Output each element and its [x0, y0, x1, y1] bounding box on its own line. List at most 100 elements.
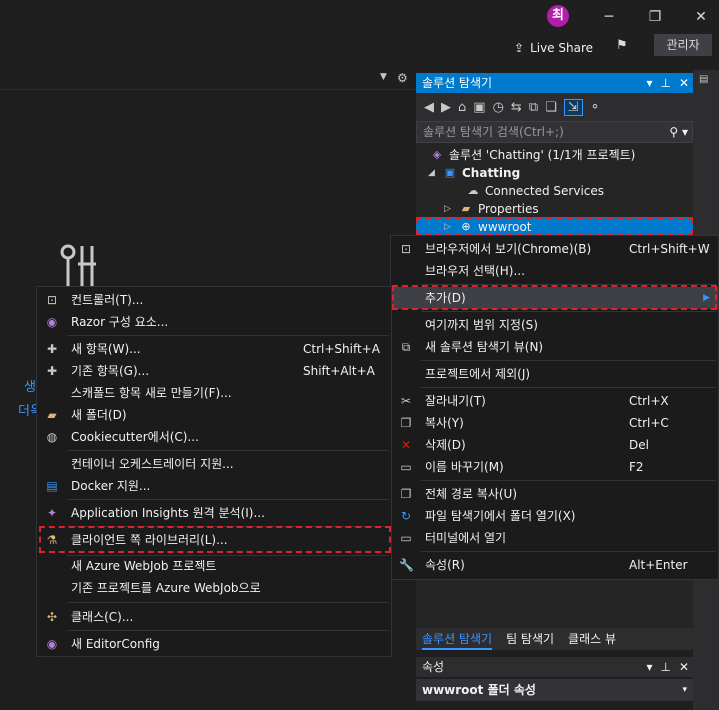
menu-item-class[interactable]: ✣ 클래스(C)...	[37, 606, 391, 628]
dropdown-icon[interactable]: ▾	[646, 73, 652, 93]
tree-item-solution[interactable]: ◈ 솔루션 'Chatting' (1/1개 프로젝트)	[430, 146, 636, 164]
connected-services-icon: ☁	[467, 184, 479, 197]
chevron-down-icon[interactable]: ▾	[682, 679, 687, 701]
user-avatar[interactable]: 최	[547, 5, 569, 27]
minimize-icon[interactable]: ─	[600, 8, 618, 26]
menu-label: 기존 항목(G)...	[71, 364, 150, 378]
menu-item-exclude-from-project[interactable]: 프로젝트에서 제외(J)	[391, 363, 718, 385]
properties-icon[interactable]: ⚬	[590, 100, 601, 115]
menu-label: 스캐폴드 항목 새로 만들기(F)...	[71, 386, 232, 400]
copy-icon: ❐	[400, 416, 412, 430]
solution-explorer-title: 솔루션 탐색기 ▾ ⊥ ✕	[416, 73, 693, 93]
menu-item-rename[interactable]: ▭ 이름 바꾸기(M) F2	[391, 456, 718, 478]
home-icon[interactable]: ⌂	[458, 100, 466, 115]
menu-label: 브라우저에서 보기(Chrome)(B)	[425, 242, 592, 256]
menu-item-delete[interactable]: ✕ 삭제(D) Del	[391, 434, 718, 456]
close-icon[interactable]: ✕	[692, 8, 710, 26]
menu-label: 복사(Y)	[425, 416, 464, 430]
separator	[421, 387, 716, 388]
menu-shortcut: Shift+Alt+A	[303, 364, 375, 378]
title-bar: 최 ─ ❐ ✕ ⇪ Live Share ⚑ 관리자	[0, 0, 719, 70]
switch-views-icon[interactable]: ▣	[473, 100, 485, 115]
separator	[67, 630, 389, 631]
menu-label: 브라우저 선택(H)...	[425, 264, 525, 278]
close-icon[interactable]: ✕	[679, 73, 689, 93]
menu-item-docker-support[interactable]: ▤ Docker 지원...	[37, 475, 391, 497]
tree-item-project[interactable]: ◢ ▣ Chatting	[428, 164, 520, 182]
restore-icon[interactable]: ❐	[646, 8, 664, 26]
menu-item-new-folder[interactable]: ▰ 새 폴더(D)	[37, 404, 391, 426]
tools-icon	[60, 244, 96, 286]
menu-item-cut[interactable]: ✂ 잘라내기(T) Ctrl+X	[391, 390, 718, 412]
wrench-icon: 🔧	[399, 558, 414, 572]
separator	[421, 480, 716, 481]
context-menu-main: ⊡ 브라우저에서 보기(Chrome)(B) Ctrl+Shift+W 브라우저 선…	[390, 235, 719, 580]
menu-item-razor-component[interactable]: ◉ Razor 구성 요소...	[37, 311, 391, 333]
side-tab-icon[interactable]: ▤	[699, 74, 708, 85]
sync-icon[interactable]: ⇆	[511, 100, 522, 115]
forward-icon[interactable]: ▶	[441, 100, 451, 115]
editorconfig-icon: ◉	[46, 637, 58, 651]
show-all-files-icon[interactable]: ❏	[545, 100, 557, 115]
dropdown-icon[interactable]: ▾	[646, 657, 652, 677]
menu-item-browse-with[interactable]: 브라우저 선택(H)...	[391, 260, 718, 282]
insights-icon: ✦	[46, 506, 58, 520]
menu-item-new-editorconfig[interactable]: ◉ 새 EditorConfig	[37, 633, 391, 655]
search-icon[interactable]: ⚲ ▾	[669, 122, 688, 142]
tab-solution-explorer[interactable]: 솔루션 탐색기	[422, 628, 493, 650]
tab-team-explorer[interactable]: 팀 탐색기	[506, 628, 554, 650]
pin-icon[interactable]: ⊥	[660, 73, 670, 93]
properties-object-selector[interactable]: wwwroot 폴더 속성 ▾	[416, 679, 693, 701]
separator	[421, 311, 716, 312]
pending-changes-icon[interactable]: ◷	[493, 100, 504, 115]
collapsed-arrow-icon[interactable]: ▷	[444, 218, 454, 236]
gear-icon[interactable]: ⚙	[397, 71, 408, 85]
menu-item-existing-item[interactable]: ✚ 기존 항목(G)... Shift+Alt+A	[37, 360, 391, 382]
feedback-icon[interactable]: ⚑	[616, 38, 628, 53]
refresh-arrow-icon: ↻	[400, 509, 412, 523]
collapse-all-icon[interactable]: ⧉	[529, 100, 538, 115]
project-icon: ▣	[444, 166, 456, 179]
menu-item-new-solution-explorer-view[interactable]: ⧉ 새 솔루션 탐색기 뷰(N)	[391, 336, 718, 358]
menu-item-open-in-terminal[interactable]: ▭ 터미널에서 열기	[391, 527, 718, 549]
preview-selected-icon[interactable]: ⇲	[563, 98, 583, 116]
separator	[67, 335, 389, 336]
close-icon[interactable]: ✕	[679, 657, 689, 677]
admin-button[interactable]: 관리자	[654, 34, 712, 56]
menu-item-properties[interactable]: 🔧 속성(R) Alt+Enter	[391, 554, 718, 576]
properties-title: 속성 ▾ ⊥ ✕	[416, 657, 693, 677]
scissors-icon: ✂	[400, 394, 412, 408]
menu-item-view-in-browser[interactable]: ⊡ 브라우저에서 보기(Chrome)(B) Ctrl+Shift+W	[391, 238, 718, 260]
menu-item-application-insights[interactable]: ✦ Application Insights 원격 분석(I)...	[37, 502, 391, 524]
menu-label: 터미널에서 열기	[425, 531, 507, 545]
left-blue-text-1[interactable]: 생	[24, 376, 36, 395]
menu-item-container-orchestrator[interactable]: 컨테이너 오케스트레이터 지원...	[37, 453, 391, 475]
menu-item-controller[interactable]: ⊡ 컨트롤러(T)...	[37, 289, 391, 311]
solution-explorer-search-input[interactable]: 솔루션 탐색기 검색(Ctrl+;) ⚲ ▾	[416, 121, 693, 143]
tree-item-wwwroot[interactable]: ▷ ⊕ wwwroot	[444, 218, 532, 236]
tree-item-connected-services-label: Connected Services	[485, 184, 605, 198]
tab-class-view[interactable]: 클래스 뷰	[568, 628, 616, 650]
menu-item-existing-as-webjob[interactable]: 기존 프로젝트를 Azure WebJob으로	[37, 577, 391, 599]
back-icon[interactable]: ◀	[424, 100, 434, 115]
menu-item-cookiecutter[interactable]: ◍ Cookiecutter에서(C)...	[37, 426, 391, 448]
context-menu-add-submenu: ⊡ 컨트롤러(T)... ◉ Razor 구성 요소... ✚ 새 항목(W)... C…	[36, 286, 392, 657]
live-share-button[interactable]: ⇪ Live Share	[514, 38, 593, 58]
menu-shortcut: Ctrl+Shift+A	[303, 342, 380, 356]
menu-item-new-azure-webjob[interactable]: 새 Azure WebJob 프로젝트	[37, 555, 391, 577]
menu-item-scope-to-this[interactable]: 여기까지 범위 지정(S)	[391, 314, 718, 336]
menu-label: 새 폴더(D)	[71, 408, 127, 422]
pin-icon[interactable]: ⊥	[660, 657, 670, 677]
menu-item-copy-full-path[interactable]: ❐ 전체 경로 복사(U)	[391, 483, 718, 505]
menu-item-copy[interactable]: ❐ 복사(Y) Ctrl+C	[391, 412, 718, 434]
add-highlight-box	[392, 285, 717, 310]
tree-item-wwwroot-label: wwwroot	[478, 220, 532, 234]
tree-item-properties[interactable]: ▷ ▰ Properties	[444, 200, 539, 218]
tree-item-connected-services[interactable]: ☁ Connected Services	[466, 182, 605, 200]
menu-item-open-folder-in-explorer[interactable]: ↻ 파일 탐색기에서 폴더 열기(X)	[391, 505, 718, 527]
expanded-arrow-icon[interactable]: ◢	[428, 164, 438, 182]
dropdown-icon[interactable]: ▼	[380, 72, 387, 82]
menu-item-new-scaffolded-item[interactable]: 스캐폴드 항목 새로 만들기(F)...	[37, 382, 391, 404]
collapsed-arrow-icon[interactable]: ▷	[444, 200, 454, 218]
menu-item-new-item[interactable]: ✚ 새 항목(W)... Ctrl+Shift+A	[37, 338, 391, 360]
